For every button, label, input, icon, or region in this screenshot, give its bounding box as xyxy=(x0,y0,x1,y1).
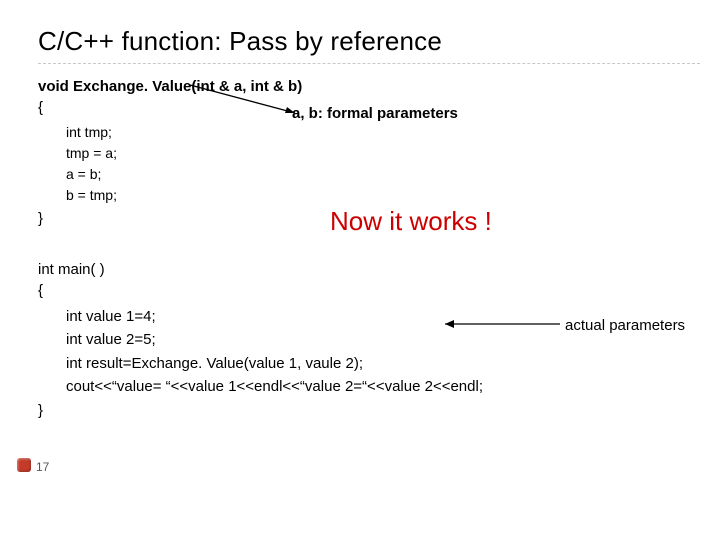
code-line: b = tmp; xyxy=(66,185,700,206)
exchange-signature: void Exchange. Value(int & a, int & b) xyxy=(38,78,700,95)
code-line: cout<<“value= “<<value 1<<endl<<“value 2… xyxy=(66,375,700,398)
main-open-brace: { xyxy=(38,282,700,299)
code-line: a = b; xyxy=(66,164,700,185)
code-line: int result=Exchange. Value(value 1, vaul… xyxy=(66,352,700,375)
now-it-works-label: Now it works ! xyxy=(330,206,492,237)
main-signature: int main( ) xyxy=(38,261,700,278)
main-close-brace: } xyxy=(38,402,700,419)
exchange-body: int tmp; tmp = a; a = b; b = tmp; xyxy=(66,122,700,206)
code-line: int tmp; xyxy=(66,122,700,143)
page-number: 17 xyxy=(36,460,49,474)
actual-parameters-label: actual parameters xyxy=(565,317,685,334)
formal-parameters-label: a, b: formal parameters xyxy=(292,105,458,122)
footer-bullet-icon xyxy=(17,458,31,472)
slide-title: C/C++ function: Pass by reference xyxy=(38,26,700,64)
code-line: tmp = a; xyxy=(66,143,700,164)
